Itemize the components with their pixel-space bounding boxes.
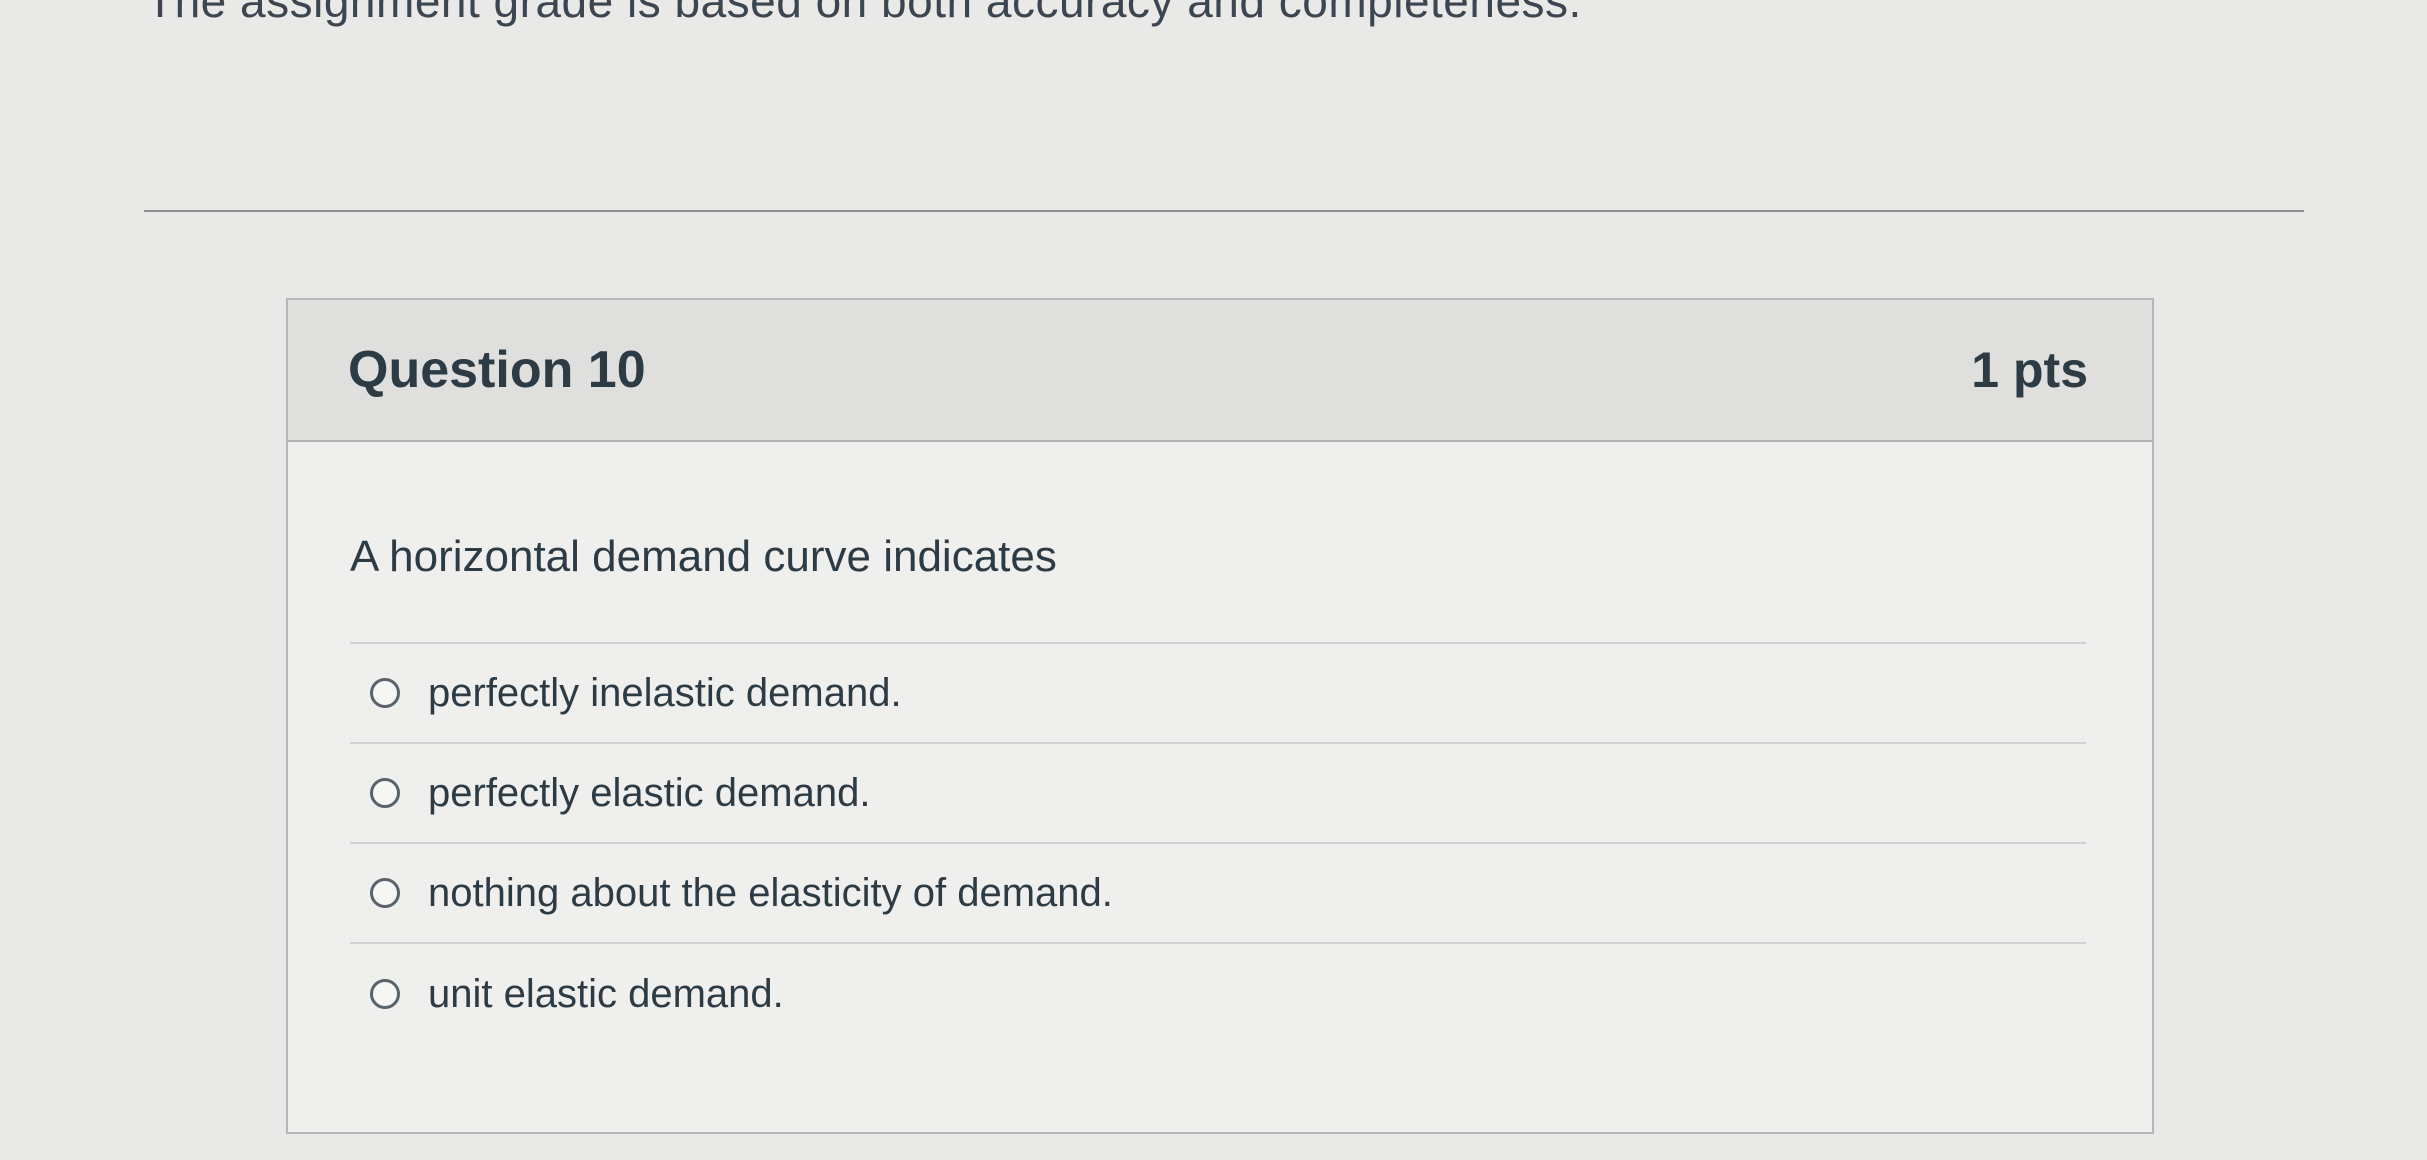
answer-option[interactable]: perfectly inelastic demand.	[350, 644, 2086, 744]
answer-option[interactable]: perfectly elastic demand.	[350, 744, 2086, 844]
answer-list: perfectly inelastic demand. perfectly el…	[350, 642, 2086, 1044]
section-divider	[144, 210, 2304, 212]
answer-label[interactable]: perfectly elastic demand.	[428, 771, 870, 816]
answer-label[interactable]: perfectly inelastic demand.	[428, 671, 902, 716]
assignment-instructions: The assignment grade is based on both ac…	[146, 0, 1582, 27]
question-points: 1 pts	[1971, 342, 2088, 398]
answer-label[interactable]: nothing about the elasticity of demand.	[428, 871, 1113, 916]
question-header: Question 10 1 pts	[288, 300, 2152, 442]
question-card: Question 10 1 pts A horizontal demand cu…	[286, 298, 2154, 1134]
answer-option[interactable]: nothing about the elasticity of demand.	[350, 844, 2086, 944]
answer-label[interactable]: unit elastic demand.	[428, 972, 784, 1017]
question-text: A horizontal demand curve indicates	[350, 532, 1057, 581]
radio-button[interactable]	[370, 678, 400, 708]
radio-button[interactable]	[370, 979, 400, 1009]
answer-option[interactable]: unit elastic demand.	[350, 944, 2086, 1044]
radio-button[interactable]	[370, 878, 400, 908]
radio-button[interactable]	[370, 778, 400, 808]
question-title: Question 10	[348, 341, 646, 399]
question-body: A horizontal demand curve indicates perf…	[288, 442, 2152, 1044]
